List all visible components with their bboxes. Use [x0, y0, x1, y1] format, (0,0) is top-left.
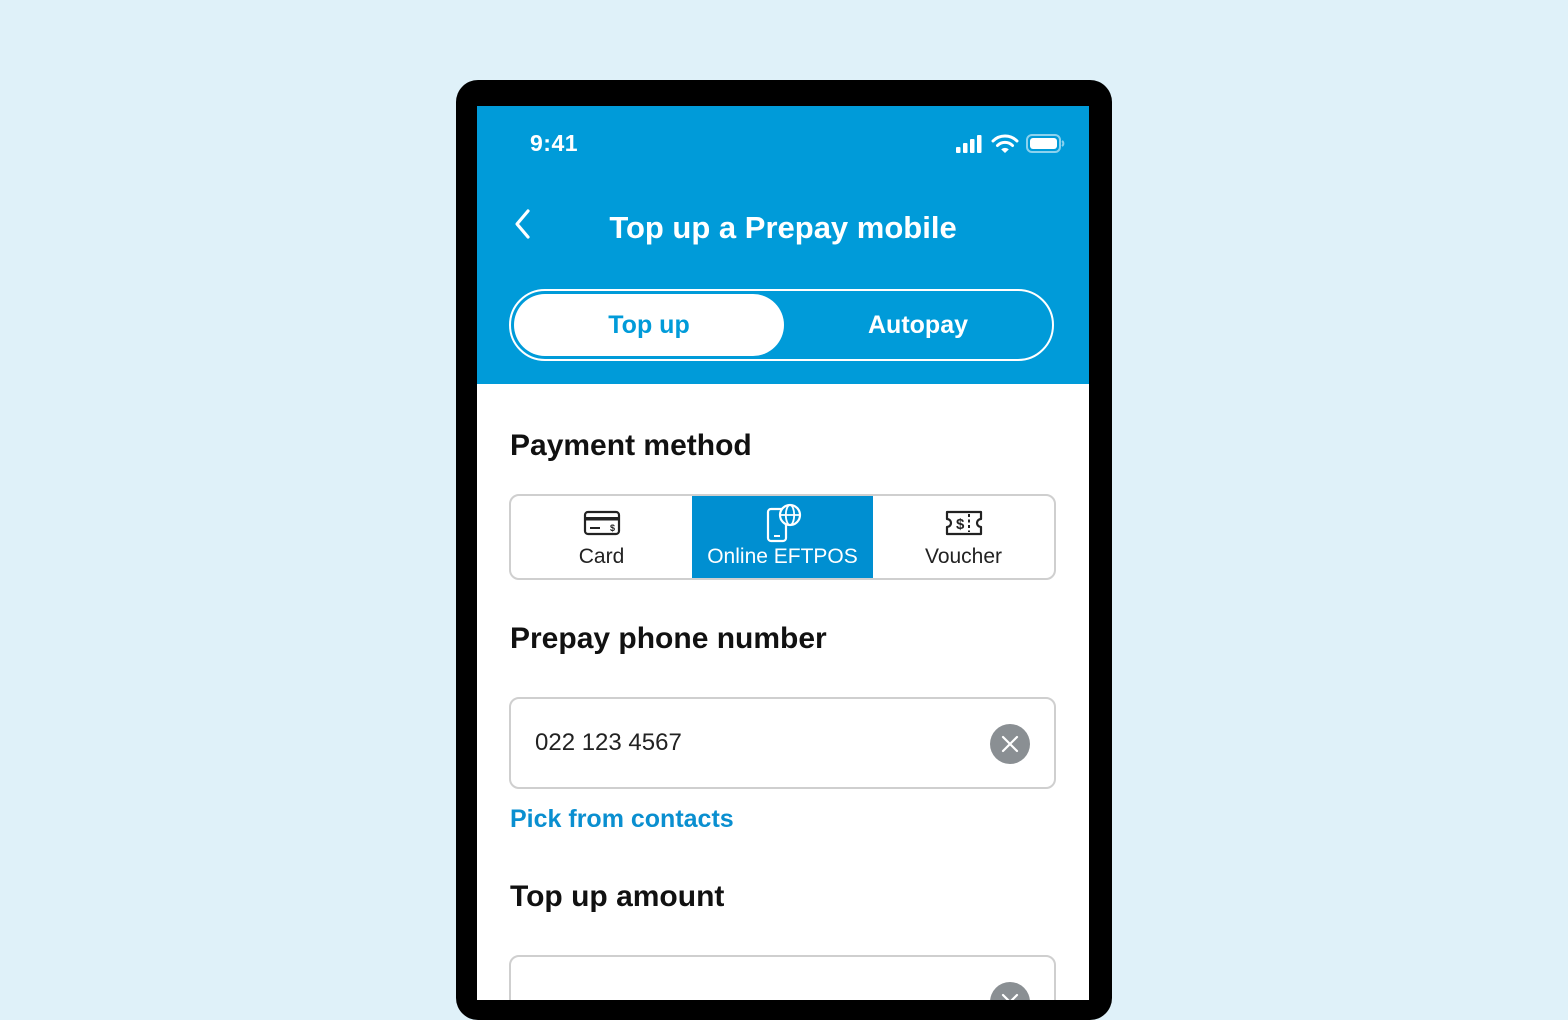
tab-top-up[interactable]: Top up: [514, 294, 784, 356]
topup-mode-toggle: Top up Autopay: [509, 289, 1054, 361]
cellular-signal-icon: [956, 135, 982, 153]
app-header: 9:41 Top up a Prepay mobile Top up Autop…: [477, 106, 1089, 384]
tab-autopay[interactable]: Autopay: [784, 294, 1052, 356]
payment-option-card[interactable]: $ Card: [511, 496, 692, 578]
svg-text:$: $: [610, 523, 615, 533]
close-icon: [1001, 993, 1019, 1000]
wifi-icon: [991, 134, 1019, 153]
voucher-icon: $: [945, 510, 982, 536]
clear-phone-button[interactable]: [990, 724, 1030, 764]
status-time: 9:41: [530, 130, 579, 156]
phone-number-input[interactable]: [535, 699, 975, 787]
payment-option-label: Online EFTPOS: [707, 545, 858, 568]
payment-method-selector: $ Card Online EFTPOS $ Voucher: [509, 494, 1056, 580]
amount-input[interactable]: [535, 971, 975, 1000]
payment-option-voucher[interactable]: $ Voucher: [873, 496, 1054, 578]
svg-text:$: $: [956, 516, 965, 533]
top-up-amount-heading: Top up amount: [510, 880, 725, 913]
app-screen: 9:41 Top up a Prepay mobile Top up Autop…: [477, 106, 1089, 1000]
payment-option-online-eftpos[interactable]: Online EFTPOS: [692, 496, 873, 578]
mobile-globe-icon: [766, 503, 801, 543]
close-icon: [1001, 735, 1019, 753]
payment-method-heading: Payment method: [510, 429, 752, 462]
prepay-phone-heading: Prepay phone number: [510, 622, 827, 655]
credit-card-icon: $: [583, 510, 620, 536]
page-title: Top up a Prepay mobile: [609, 210, 957, 245]
payment-option-label: Voucher: [924, 545, 1003, 568]
pick-from-contacts-link[interactable]: Pick from contacts: [510, 802, 734, 836]
payment-option-label: Card: [578, 545, 625, 568]
clear-amount-button[interactable]: [990, 982, 1030, 1000]
phone-number-field: [509, 697, 1056, 789]
battery-icon: [1026, 134, 1065, 153]
amount-field: [509, 955, 1056, 1000]
